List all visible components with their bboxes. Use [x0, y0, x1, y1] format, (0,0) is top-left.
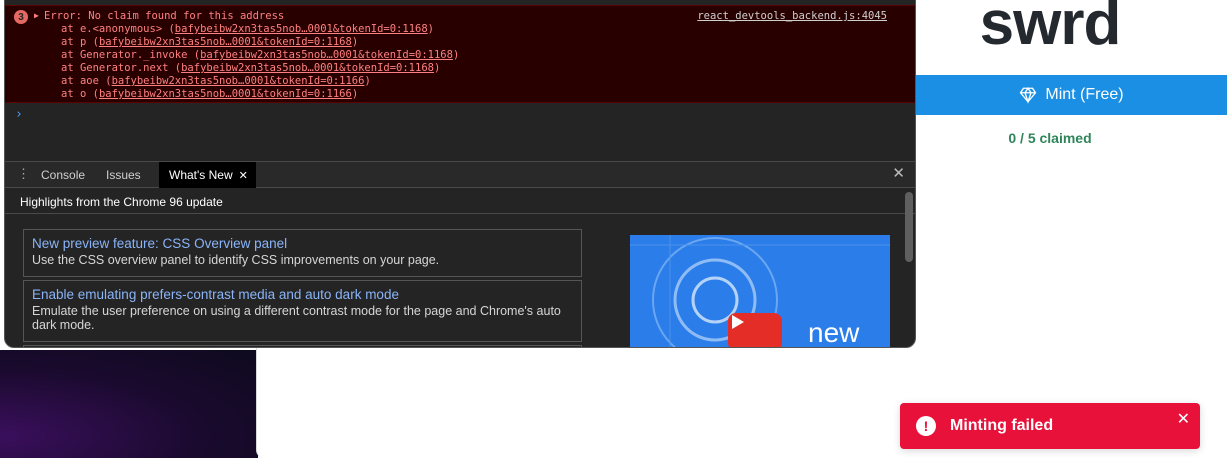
stack-trace-link[interactable]: bafybeibw2xn3tas5nob…0001&tokenId=0:1168 [175, 23, 428, 35]
feature-description: Emulate the user preference on using a d… [32, 304, 561, 332]
video-thumbnail[interactable]: new [630, 235, 890, 347]
close-drawer-icon[interactable]: ✕ [892, 164, 905, 182]
diamond-icon [1020, 87, 1037, 104]
error-count-badge: 3 [14, 10, 28, 24]
stack-trace-link[interactable]: bafybeibw2xn3tas5nob…0001&tokenId=0:1168 [181, 62, 434, 74]
devtools-window: 3 ▶ Error: No claim found for this addre… [4, 0, 916, 348]
feature-title[interactable]: Enable emulating prefers-contrast media … [32, 287, 399, 302]
console-output: 3 ▶ Error: No claim found for this addre… [5, 0, 915, 161]
console-prompt[interactable]: › [15, 107, 23, 122]
alert-icon: ! [916, 416, 936, 436]
tab-console[interactable]: Console [41, 162, 85, 188]
tab-whats-new[interactable]: What's New ✕ [159, 162, 256, 188]
nft-title: swrd [979, 0, 1122, 58]
stack-trace-line: at e.<anonymous> (bafybeibw2xn3tas5nob…0… [61, 23, 434, 35]
feature-description: Use the CSS overview panel to identify C… [32, 253, 440, 267]
stack-trace-line: at Generator.next (bafybeibw2xn3tas5nob…… [61, 62, 441, 74]
stack-trace-line: at o (bafybeibw2xn3tas5nob…0001&tokenId=… [61, 88, 359, 100]
stack-trace-link[interactable]: bafybeibw2xn3tas5nob…0001&tokenId=0:1168 [99, 36, 352, 48]
drawer-tabbar: ⋮ Console Issues What's New ✕ ✕ [5, 161, 915, 188]
stack-trace-link[interactable]: bafybeibw2xn3tas5nob…0001&tokenId=0:1168 [200, 49, 453, 61]
mint-button[interactable]: Mint (Free) [916, 75, 1227, 115]
stack-trace-line: at p (bafybeibw2xn3tas5nob…0001&tokenId=… [61, 36, 359, 48]
error-message: Error: No claim found for this address [44, 10, 285, 22]
feature-card[interactable]: Enable emulating prefers-contrast media … [23, 280, 582, 342]
drawer-scrollbar[interactable] [905, 192, 913, 262]
more-options-icon[interactable]: ⋮ [17, 167, 30, 181]
stack-trace-line: at Generator._invoke (bafybeibw2xn3tas5n… [61, 49, 460, 61]
feature-card[interactable]: New preview feature: CSS Overview panel … [23, 229, 582, 277]
stack-trace-link[interactable]: bafybeibw2xn3tas5nob…0001&tokenId=0:1166 [112, 75, 365, 87]
tab-whats-new-label: What's New [169, 168, 233, 182]
claimed-count: 0 / 5 claimed [1008, 130, 1092, 146]
feature-title[interactable]: New preview feature: CSS Overview panel [32, 236, 287, 251]
play-button-icon[interactable] [728, 313, 782, 347]
background-gradient [0, 350, 258, 458]
stack-trace-link[interactable]: bafybeibw2xn3tas5nob…0001&tokenId=0:1166 [99, 88, 352, 100]
stack-trace-line: at aoe (bafybeibw2xn3tas5nob…0001&tokenI… [61, 75, 371, 87]
error-source-link[interactable]: react_devtools_backend.js:4045 [697, 10, 887, 22]
close-icon[interactable]: ✕ [1177, 409, 1190, 429]
error-toast: ! Minting failed ✕ [900, 403, 1200, 449]
highlights-title: Highlights from the Chrome 96 update [20, 195, 223, 209]
video-caption: new [808, 317, 860, 347]
feature-card[interactable] [23, 345, 582, 347]
close-tab-icon[interactable]: ✕ [239, 170, 248, 182]
tab-issues[interactable]: Issues [106, 162, 141, 188]
highlights-header: Highlights from the Chrome 96 update [5, 188, 915, 214]
mint-button-label: Mint (Free) [1045, 86, 1124, 103]
expand-triangle-icon[interactable]: ▶ [34, 11, 39, 20]
toast-message: Minting failed [950, 417, 1054, 434]
console-error-entry[interactable]: 3 ▶ Error: No claim found for this addre… [5, 5, 915, 103]
